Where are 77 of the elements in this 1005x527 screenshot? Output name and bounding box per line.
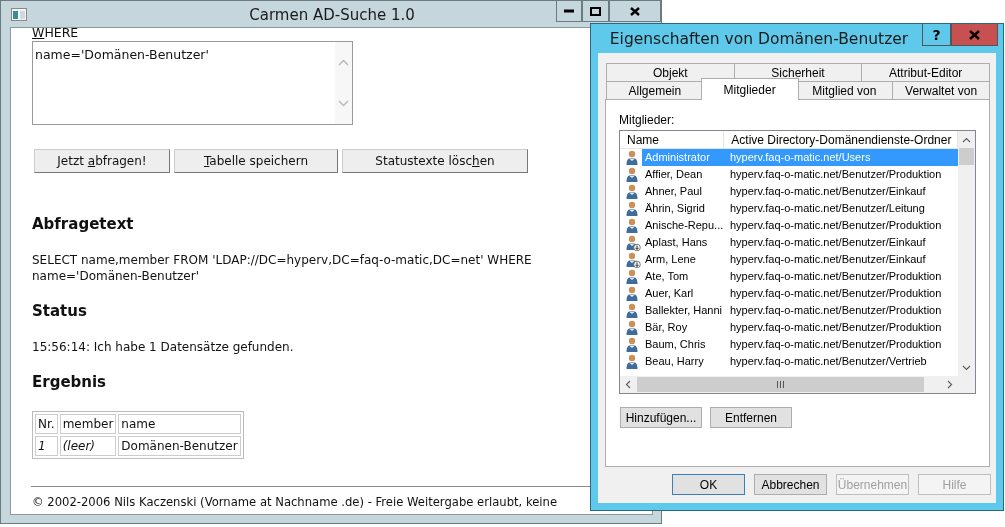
list-item[interactable]: Ährin, Sigrid bbox=[642, 200, 727, 217]
disabled-user-icon bbox=[625, 234, 641, 251]
list-cell-text: hyperv.faq-o-matic.net/Benutzer/Produktion bbox=[729, 218, 942, 233]
table-cell: 1 bbox=[35, 436, 58, 456]
list-cell-text: hyperv.faq-o-matic.net/Benutzer/Produktion bbox=[729, 303, 942, 318]
list-button[interactable]: Entfernen bbox=[710, 407, 792, 428]
list-cell-text: hyperv.faq-o-matic.net/Benutzer/Einkauf bbox=[729, 235, 926, 250]
help-button[interactable]: ? bbox=[922, 24, 951, 46]
where-label: WHERE bbox=[32, 28, 79, 38]
list-label: Mitglieder: bbox=[619, 113, 676, 127]
list-cell-text: hyperv.faq-o-matic.net/Benutzer/Produktion bbox=[729, 337, 942, 352]
close-button[interactable] bbox=[609, 1, 661, 22]
section-text: 15:56:14: Ich habe 1 Datensätze gefunden. bbox=[32, 339, 295, 355]
tab[interactable]: Verwaltet von bbox=[892, 81, 990, 99]
scroll-thumb[interactable] bbox=[637, 377, 924, 392]
tab[interactable]: Objekt bbox=[606, 63, 735, 81]
list-cell-text: hyperv.faq-o-matic.net/Benutzer/Vertrieb bbox=[729, 354, 927, 369]
scroll-up-icon bbox=[962, 136, 971, 143]
list-cell-text: hyperv.faq-o-matic.net/Benutzer/Einkauf bbox=[729, 252, 926, 267]
footer-text: © 2002-2006 Nils Kaczenski (Vorname at Nachname .de) - Freie Weitergabe erlaubt, keine bbox=[32, 495, 558, 509]
member-list[interactable] bbox=[619, 130, 976, 394]
list-cell-text: hyperv.faq-o-matic.net/Benutzer/Produktion bbox=[729, 269, 942, 284]
list-item[interactable]: Auer, Karl bbox=[642, 285, 727, 302]
window-title: Carmen AD-Suche 1.0 bbox=[249, 6, 415, 24]
list-cell-text: hyperv.faq-o-matic.net/Benutzer/Leitung bbox=[729, 201, 925, 216]
app-window-icon bbox=[11, 7, 27, 21]
scroll-down-icon bbox=[962, 364, 971, 371]
list-item[interactable]: Aplast, Hans bbox=[642, 234, 727, 251]
list-item[interactable]: Arm, Lene bbox=[642, 251, 727, 268]
column-header: member bbox=[59, 414, 117, 434]
table-cell: (leer) bbox=[59, 436, 117, 456]
column-header[interactable]: Name bbox=[620, 131, 725, 148]
tab[interactable]: Allgemein bbox=[606, 81, 704, 99]
dialog-title: Eigenschaften von Domänen-Benutzer bbox=[609, 30, 909, 48]
list-item[interactable]: Ahner, Paul bbox=[642, 183, 727, 200]
list-item[interactable]: Baum, Chris bbox=[642, 336, 727, 353]
list-item[interactable]: Bär, Roy bbox=[642, 319, 727, 336]
section-text: SELECT name,member FROM 'LDAP://DC=hyperv,DC=faq-o-matic,DC=net' WHERE name='Domänen-Benutzer' bbox=[32, 252, 533, 284]
section-heading: Ergebnis bbox=[32, 373, 107, 391]
maximize-icon bbox=[590, 6, 601, 16]
column-header: Nr. bbox=[35, 414, 58, 434]
list-item[interactable]: Anische-Repu... bbox=[642, 217, 727, 234]
list-cell: hyperv.faq-o-matic.net/Users bbox=[727, 149, 958, 166]
vertical-scrollbar[interactable] bbox=[958, 131, 975, 376]
horizontal-scrollbar[interactable] bbox=[620, 376, 958, 393]
dialog-button[interactable]: OK bbox=[672, 474, 745, 495]
list-item[interactable]: Ballekter, Hanni bbox=[642, 302, 727, 319]
minimize-icon bbox=[564, 9, 574, 13]
scroll-up-icon bbox=[338, 59, 349, 66]
tab[interactable]: Attribut-Editor bbox=[861, 63, 990, 81]
disabled-user-icon bbox=[625, 251, 641, 268]
column-header: name bbox=[118, 414, 241, 434]
close-icon bbox=[630, 6, 640, 16]
grip-icon bbox=[776, 381, 785, 388]
scrollbar[interactable] bbox=[335, 42, 352, 124]
scroll-down-icon bbox=[338, 100, 349, 107]
list-button[interactable]: Hinzufügen... bbox=[620, 407, 702, 428]
list-item[interactable]: Ate, Tom bbox=[642, 268, 727, 285]
minimize-button[interactable] bbox=[556, 1, 582, 22]
close-icon bbox=[969, 29, 980, 40]
scroll-thumb[interactable] bbox=[959, 148, 974, 165]
maximize-button[interactable] bbox=[582, 1, 609, 22]
tab[interactable]: Mitglieder bbox=[700, 78, 799, 100]
dialog-button[interactable]: Abbrechen bbox=[754, 474, 827, 495]
section-heading: Abfragetext bbox=[32, 215, 134, 233]
action-button[interactable]: Tabelle speichern bbox=[174, 149, 338, 173]
list-cell-text: hyperv.faq-o-matic.net/Benutzer/Einkauf bbox=[729, 184, 926, 199]
where-text-area[interactable]: name='Domänen-Benutzer' bbox=[32, 41, 353, 125]
action-button[interactable]: Jetzt abfragen! bbox=[34, 149, 170, 173]
list-item[interactable]: Affier, Dean bbox=[642, 166, 727, 183]
list-cell-text: hyperv.faq-o-matic.net/Benutzer/Produktion bbox=[729, 320, 942, 335]
list-cell-text: hyperv.faq-o-matic.net/Benutzer/Produktion bbox=[729, 167, 942, 182]
list-item[interactable]: Beau, Harry bbox=[642, 353, 727, 370]
table-cell: Domänen-Benutzer bbox=[118, 436, 241, 456]
section-heading: Status bbox=[32, 302, 87, 320]
action-button[interactable]: Statustexte löschen bbox=[342, 149, 528, 173]
list-cell-text: hyperv.faq-o-matic.net/Benutzer/Produktion bbox=[729, 286, 942, 301]
